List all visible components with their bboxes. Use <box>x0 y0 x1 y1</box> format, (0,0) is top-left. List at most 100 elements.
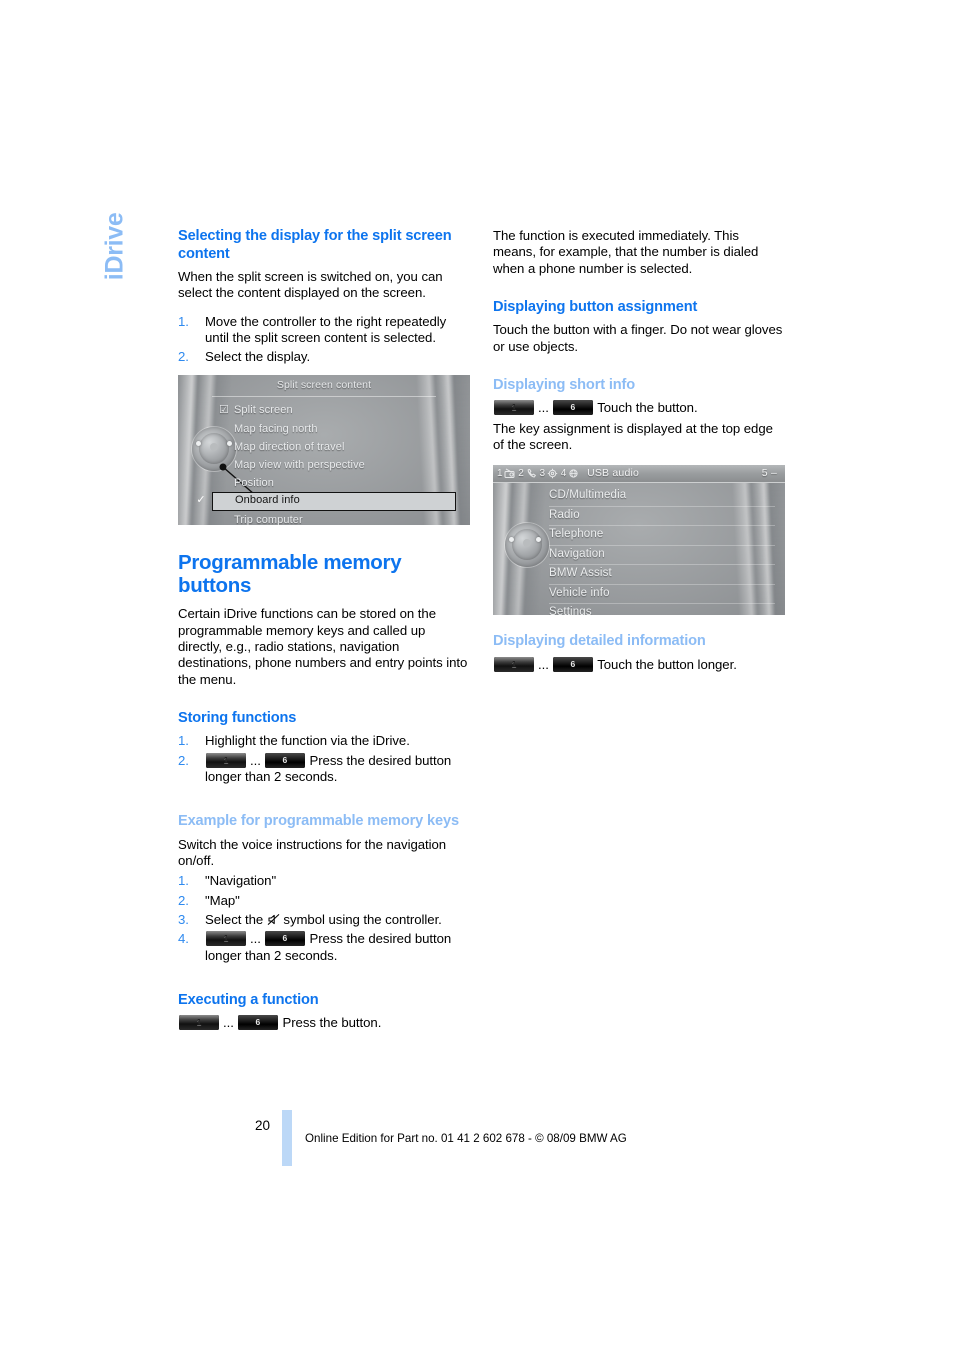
step-text: Select the <box>205 912 264 928</box>
main-menu-screenshot: 1 2 3 4 USB audio 5 – CD/Multimedia Radi… <box>493 465 785 616</box>
screenshot-list-item-label: Map view with perspective <box>234 459 365 472</box>
list-item: 2. Select the display. <box>178 349 470 365</box>
controller-knob-illustration <box>505 523 549 568</box>
paragraph-short-info-action: 1... 6 Touch the button. <box>493 400 785 416</box>
screenshot-status-bar: 1 2 3 4 USB audio 5 – <box>493 465 785 484</box>
checkbox-icon: ☑ <box>219 404 229 417</box>
screenshot-list-item: ☑ Split screen <box>219 401 452 419</box>
paragraph-memory-intro: Certain iDrive functions can be stored o… <box>178 606 468 687</box>
footer-credit: Online Edition for Part no. 01 41 2 602 … <box>305 1132 627 1145</box>
screenshot-list-item-label: Trip computer <box>234 514 303 526</box>
step-text: "Map" <box>205 892 240 908</box>
heading-storing-functions: Storing functions <box>178 709 297 726</box>
heading-displaying-button-assignment: Displaying button assignment <box>493 298 698 315</box>
ellipsis: ... <box>223 1015 234 1031</box>
status-bar-slots: 1 2 3 4 USB audio <box>497 465 639 482</box>
screenshot-list-item-label: Map direction of travel <box>234 440 345 453</box>
screenshot-list-item: Map facing north <box>234 420 452 438</box>
short-info-text: Touch the button. <box>597 400 698 416</box>
memory-button-1-icon: 1 <box>179 1015 219 1031</box>
screenshot-main-menu-list: CD/Multimedia Radio Telephone Navigation… <box>549 487 775 615</box>
step-text-continued: symbol using the controller. <box>283 912 442 928</box>
split-screen-content-screenshot: Split screen content ☑ Split screen Map … <box>178 375 470 526</box>
step-number: 2. <box>178 349 189 365</box>
memory-button-1-icon: 1 <box>206 752 246 768</box>
list-item: 1. "Navigation" <box>178 873 470 889</box>
list-item: 2. "Map" <box>178 893 470 909</box>
menu-item: BMW Assist <box>549 565 775 585</box>
heading-executing-a-function: Executing a function <box>178 991 319 1008</box>
step-number: 1. <box>178 733 189 749</box>
memory-button-6-icon: 6 <box>552 656 593 672</box>
steps-storing-functions: 1. Highlight the function via the iDrive… <box>178 733 470 785</box>
memory-slot-5: 5 – <box>761 467 777 480</box>
steps-selecting-display: 1. Move the controller to the right repe… <box>178 314 470 366</box>
screenshot-option-list: ☑ Split screen Map facing north Map dire… <box>196 401 456 526</box>
step-number: 1. <box>178 873 189 889</box>
heading-selecting-display: Selecting the display for the split scre… <box>178 228 452 262</box>
memory-slot-number: 2 <box>518 468 525 480</box>
controller-knob-illustration <box>192 427 236 472</box>
memory-slot-number: 3 <box>539 468 546 480</box>
screenshot-list-item: Map view with perspective <box>234 456 452 474</box>
screenshot-list-item-selected: ✓ Onboard info <box>196 492 456 512</box>
memory-slot-number: 4 <box>560 468 567 480</box>
gear-icon <box>547 468 558 479</box>
paragraph-button-assignment: Touch the button with a finger. Do not w… <box>493 322 783 354</box>
screenshot-list-item: Map direction of travel <box>234 438 452 456</box>
screenshot-list-item-label: Position <box>234 477 274 490</box>
list-item: 2. 1... 6 Press the desired button longer… <box>178 752 470 786</box>
list-item: 1. Move the controller to the right repe… <box>178 314 470 347</box>
list-item: 4. 1... 6 Press the desired button longer… <box>178 931 470 964</box>
menu-item: Telephone <box>549 526 775 546</box>
menu-item: Navigation <box>549 546 775 566</box>
step-text: Move the controller to the right repeate… <box>205 313 447 345</box>
menu-item: CD/Multimedia <box>549 487 775 507</box>
page-footer: 20 Online Edition for Part no. 01 41 2 6… <box>255 1110 855 1166</box>
memory-button-1-icon: 1 <box>206 931 246 947</box>
paragraph-short-info-note: The key assignment is displayed at the t… <box>493 420 773 453</box>
memory-slot-2: 2 <box>518 465 536 482</box>
step-number: 4. <box>178 931 189 947</box>
heading-displaying-detailed-information: Displaying detailed information <box>493 633 706 650</box>
paragraph-example-intro: Switch the voice instructions for the na… <box>178 836 447 869</box>
screenshot-title-divider <box>212 396 436 398</box>
memory-slot-3: 3 <box>540 465 558 482</box>
ellipsis: ... <box>538 400 549 416</box>
menu-item: Vehicle info <box>549 585 775 605</box>
footer-accent-bar <box>282 1110 292 1166</box>
step-number: 2. <box>178 752 189 768</box>
heading-programmable-memory-buttons: Programmable memory buttons <box>178 551 402 598</box>
memory-slot-number: 1 <box>497 468 503 480</box>
heading-example-memory-keys: Example for programmable memory keys <box>178 813 459 830</box>
menu-item: Settings <box>549 606 592 616</box>
memory-button-6-icon: 6 <box>264 752 305 768</box>
step-number: 1. <box>178 313 189 329</box>
chapter-tab: iDrive <box>95 213 135 352</box>
memory-button-1-icon: 1 <box>494 400 534 416</box>
memory-button-6-icon: 6 <box>552 400 593 416</box>
step-number: 3. <box>178 912 189 928</box>
left-column: Selecting the display for the split scre… <box>178 228 470 1032</box>
right-column: The function is executed immediately. Th… <box>493 228 785 673</box>
chapter-tab-label: iDrive <box>100 212 129 281</box>
paragraph-split-intro: When the split screen is switched on, yo… <box>178 269 443 301</box>
list-item: 3. Select the symbol using the controlle… <box>178 912 470 928</box>
ellipsis: ... <box>538 656 549 672</box>
check-icon: ✓ <box>196 494 206 507</box>
step-text: Select the display. <box>205 349 311 365</box>
memory-button-1-icon: 1 <box>494 656 534 672</box>
steps-example: 1. "Navigation" 2. "Map" 3. Select the s… <box>178 873 470 963</box>
paragraph-detailed-information: 1... 6 Touch the button longer. <box>493 656 785 673</box>
paragraph-executing: 1... 6 Press the button. <box>178 1015 470 1031</box>
heading-displaying-short-info: Displaying short info <box>493 376 635 393</box>
memory-button-6-icon: 6 <box>237 1015 278 1031</box>
paragraph-function-executed: The function is executed immediately. Th… <box>493 228 759 276</box>
list-item: 1. Highlight the function via the iDrive… <box>178 733 470 749</box>
detailed-info-text: Touch the button longer. <box>597 656 737 672</box>
